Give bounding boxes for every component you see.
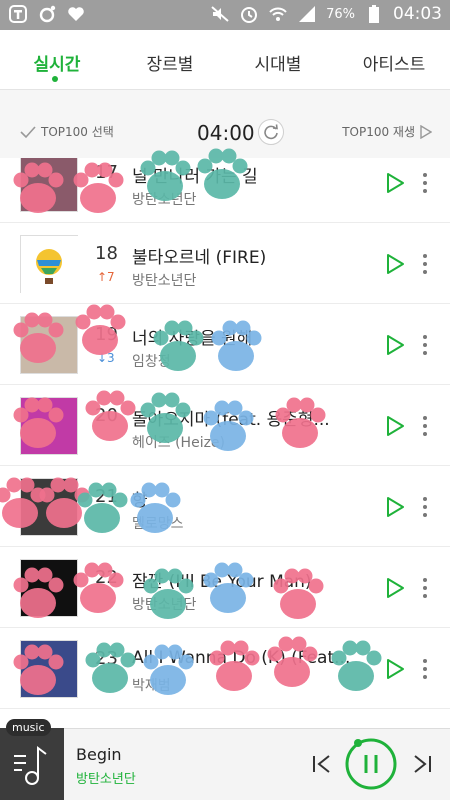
alarm-icon [239,4,259,24]
song-rank: 21 [95,486,118,507]
battery-percent: 76% [326,6,355,22]
status-time: 04:03 [393,4,442,24]
album-art[interactable] [20,640,78,698]
balloon-art-icon [21,236,79,294]
song-row[interactable]: 21 향 멜로망스 [0,466,450,547]
mute-icon [210,4,230,24]
more-options-icon[interactable] [418,170,432,196]
song-row[interactable]: 18 ↑7 불타오르네 (FIRE) 방탄소년단 [0,223,450,304]
song-title[interactable]: All I Wanna Do (K) (Feat... [132,648,357,668]
pause-button[interactable] [344,737,398,791]
song-rank: 19 [95,324,118,345]
status-bar: 76% 04:03 [0,0,450,30]
wifi-icon [268,4,288,24]
song-title[interactable]: 향 [132,486,357,511]
play-icon[interactable] [384,334,406,356]
now-playing-title[interactable]: Begin [76,745,122,764]
camera-app-icon [37,4,57,24]
song-row[interactable]: 22 잠깐 (I'll Be Your Man) 방탄소년단 [0,547,450,628]
rank-change: ↑7 [97,270,115,284]
song-artist[interactable]: 방탄소년단 [132,594,196,614]
play-icon[interactable] [384,253,406,275]
album-art[interactable] [20,158,78,212]
more-options-icon[interactable] [418,413,432,439]
song-row[interactable]: 20 돌아오지마 (feat. 용준형... 헤이즈 (Heize) [0,385,450,466]
song-title[interactable]: 돌아오지마 (feat. 용준형... [132,405,357,430]
song-list: 17 널 만나러 가는 길 방탄소년단 18 ↑7 불타오르네 (FIRE) 방… [0,158,450,728]
t-app-icon [8,4,28,24]
song-title[interactable]: 널 만나러 가는 길 [132,162,357,187]
tab-genre[interactable]: 장르별 [140,50,200,75]
song-rank: 18 [95,243,118,264]
select-top100-button[interactable]: TOP100 선택 [20,123,114,140]
play-top100-label: TOP100 재생 [342,125,415,139]
album-art[interactable] [20,559,78,617]
play-top100-button[interactable]: TOP100 재생 [342,123,432,140]
play-icon[interactable] [384,658,406,680]
song-artist[interactable]: 박재범 [132,675,171,695]
play-icon[interactable] [384,415,406,437]
now-playing-artist[interactable]: 방탄소년단 [76,768,136,787]
song-rank: 20 [95,405,118,426]
song-artist[interactable]: 임창정 [132,351,171,371]
more-options-icon[interactable] [418,656,432,682]
more-options-icon[interactable] [418,494,432,520]
tab-era[interactable]: 시대별 [248,50,308,75]
tab-artist[interactable]: 아티스트 [352,50,436,75]
music-menu-icon [14,746,47,785]
song-artist[interactable]: 방탄소년단 [132,189,196,209]
song-rank: 17 [95,162,118,183]
more-options-icon[interactable] [418,575,432,601]
album-art[interactable] [20,397,78,455]
song-rank: 23 [95,648,118,669]
song-row[interactable]: 17 널 만나러 가는 길 방탄소년단 [0,158,450,223]
album-art[interactable] [20,478,78,536]
previous-icon[interactable] [310,752,334,776]
signal-icon [297,4,317,24]
chart-time: 04:00 [197,121,255,145]
checkmark-icon [20,125,36,138]
song-title[interactable]: 잠깐 (I'll Be Your Man) [132,567,357,592]
rank-change: ↓3 [97,351,115,365]
song-row[interactable]: 19 ↓3 너의 사랑을 원해 임창정 [0,304,450,385]
song-rank: 22 [95,567,118,588]
song-row[interactable]: 23 All I Wanna Do (K) (Feat... 박재범 [0,628,450,709]
refresh-icon [264,124,278,140]
song-artist[interactable]: 헤이즈 (Heize) [132,432,225,452]
song-title[interactable]: 불타오르네 (FIRE) [132,243,357,268]
play-icon[interactable] [384,172,406,194]
album-art[interactable] [20,316,78,374]
refresh-button[interactable] [258,119,284,145]
more-options-icon[interactable] [418,251,432,277]
music-badge: music [6,719,51,736]
song-artist[interactable]: 멜로망스 [132,513,184,533]
select-top100-label: TOP100 선택 [41,125,114,139]
active-tab-indicator [52,76,58,82]
song-artist[interactable]: 방탄소년단 [132,270,196,290]
play-icon[interactable] [384,577,406,599]
play-outline-icon [420,124,432,139]
music-menu-button[interactable] [0,728,64,800]
song-title[interactable]: 너의 사랑을 원해 [132,324,357,349]
chart-controls: TOP100 선택 04:00 TOP100 재생 [0,90,450,158]
heart-app-icon [66,4,86,24]
play-icon[interactable] [384,496,406,518]
category-tabs: 실시간 장르별 시대별 아티스트 [0,30,450,90]
battery-icon [364,4,384,24]
next-icon[interactable] [410,752,434,776]
album-art[interactable] [20,235,79,294]
tab-realtime[interactable]: 실시간 [30,50,84,75]
more-options-icon[interactable] [418,332,432,358]
